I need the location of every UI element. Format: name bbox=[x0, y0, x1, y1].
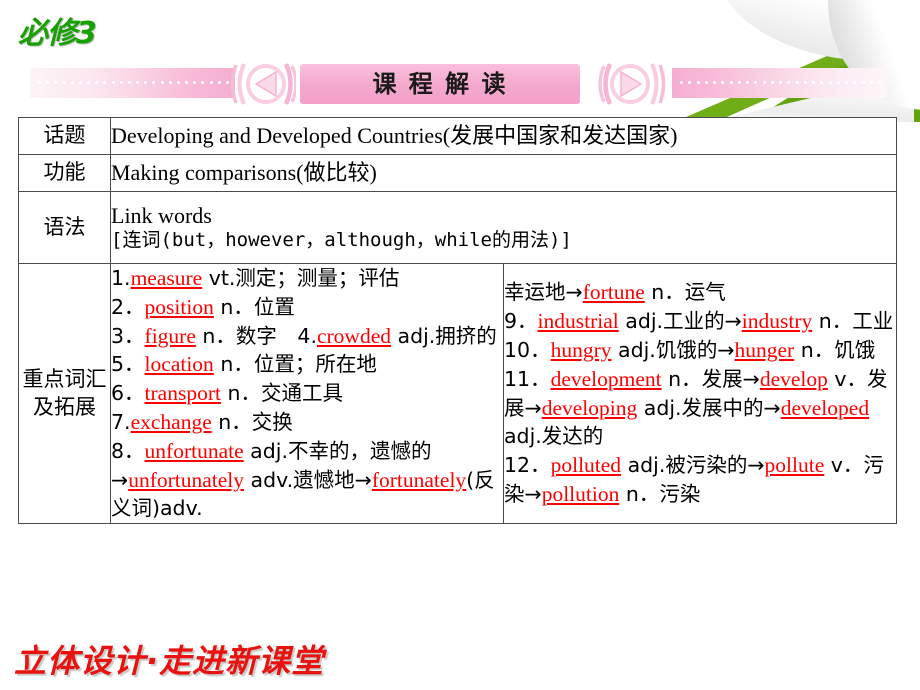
row-value-grammar: Link words [连词(but，however，although，whil… bbox=[110, 191, 897, 264]
row-label-grammar: 语法 bbox=[18, 191, 111, 264]
vocab-gloss: n．污染 bbox=[619, 481, 701, 506]
vocab-word: measure bbox=[130, 266, 203, 290]
row-label-topic: 话题 bbox=[18, 117, 111, 155]
vocab-entry: 幸运地→fortune n．运气 bbox=[504, 278, 896, 307]
vocab-word: industry bbox=[741, 309, 813, 334]
vocab-gloss: n．工业 bbox=[812, 309, 894, 334]
vocab-word: location bbox=[144, 352, 214, 377]
vocab-entry: 11．development n．发展→develop v．发展→develop… bbox=[504, 365, 896, 451]
vocab-word: develop bbox=[759, 366, 828, 391]
vocab-word: hungry bbox=[550, 337, 612, 362]
vocab-entry: 8．unfortunate adj.不幸的，遗憾的→unfortunately … bbox=[111, 437, 503, 523]
vocab-gloss: 5． bbox=[111, 352, 145, 377]
vocab-entry: 7.exchange n．交换 bbox=[111, 408, 503, 437]
vocab-gloss: 3． bbox=[111, 323, 145, 348]
vocab-word: polluted bbox=[550, 453, 622, 478]
row-value-topic: Developing and Developed Countries(发展中国家… bbox=[110, 117, 897, 155]
vocab-word: hunger bbox=[734, 337, 795, 362]
vocab-entry: 12．polluted adj.被污染的→pollute v．污染→pollut… bbox=[504, 451, 896, 509]
vocab-word: fortune bbox=[582, 280, 645, 305]
vocab-gloss: adj.发达的 bbox=[504, 424, 604, 449]
vocab-gloss: adj.拥挤的 bbox=[391, 323, 497, 348]
vocab-gloss: adj.饥饿的→ bbox=[611, 337, 735, 362]
table-row-vocabulary: 重点词汇及拓展 1.measure vt.测定；测量；评估 2．position … bbox=[18, 262, 897, 525]
vocab-word: position bbox=[144, 294, 214, 319]
vocab-gloss: n．数字 bbox=[195, 323, 298, 348]
row-value-function: Making comparisons(做比较) bbox=[110, 154, 897, 192]
vocab-label-text: 重点词汇及拓展 bbox=[22, 367, 107, 419]
vocab-word: unfortunate bbox=[144, 438, 244, 463]
vocab-gloss: n．位置；所在地 bbox=[213, 352, 377, 377]
vocab-gloss: adj.发展中的→ bbox=[637, 395, 781, 420]
vocab-gloss: 7. bbox=[111, 409, 131, 434]
banner-dots-right bbox=[680, 79, 881, 86]
banner-dots-left bbox=[38, 79, 229, 86]
vocab-gloss: n．交通工具 bbox=[220, 381, 344, 406]
vocab-gloss: n．发展→ bbox=[661, 366, 760, 391]
table-row-grammar: 语法 Link words [连词(but，however，although，w… bbox=[18, 191, 897, 264]
vocab-gloss: 1. bbox=[111, 266, 131, 290]
vocab-gloss: 幸运地→ bbox=[504, 280, 583, 305]
vocab-entry: 6．transport n．交通工具 bbox=[111, 379, 503, 408]
vocab-entry: 9．industrial adj.工业的→industry n．工业 bbox=[504, 307, 896, 336]
vocab-word: pollute bbox=[764, 453, 825, 478]
vocab-gloss: 10． bbox=[504, 337, 551, 362]
vocab-word: pollution bbox=[541, 481, 620, 506]
vocab-column-left: 1.measure vt.测定；测量；评估 2．position n．位置 3．fi… bbox=[110, 262, 504, 525]
vocab-gloss: n．饥饿 bbox=[794, 337, 876, 362]
vocab-word: unfortunately bbox=[128, 467, 245, 492]
course-overview-table: 话题 Developing and Developed Countries(发展… bbox=[18, 117, 897, 525]
vocab-word: exchange bbox=[130, 409, 212, 434]
vocab-gloss: 9． bbox=[504, 309, 538, 334]
vocab-gloss: 12． bbox=[504, 453, 551, 478]
grammar-line-2: [连词(but，however，although，while的用法)] bbox=[111, 229, 572, 252]
table-row-topic: 话题 Developing and Developed Countries(发展… bbox=[18, 117, 897, 155]
vocab-gloss: adv.遗憾地→ bbox=[244, 467, 372, 492]
grammar-line-1: Link words bbox=[111, 203, 212, 229]
row-label-vocabulary: 重点词汇及拓展 bbox=[18, 262, 111, 525]
vocab-gloss: adj.被污染的→ bbox=[621, 453, 765, 478]
vocab-gloss: n．交换 bbox=[211, 409, 293, 434]
banner-right-arrow-group bbox=[596, 62, 666, 106]
banner-strip-right bbox=[672, 68, 887, 98]
vocab-gloss: n．位置 bbox=[213, 294, 295, 319]
unit-badge: 必修3 bbox=[18, 16, 97, 51]
vocab-entry: 3．figure n．数字 4.crowded adj.拥挤的 bbox=[111, 322, 503, 351]
banner-strip-left bbox=[30, 68, 235, 98]
triangle-right-icon bbox=[598, 63, 666, 105]
vocab-gloss: vt.测定；测量；评估 bbox=[202, 266, 400, 290]
row-label-function: 功能 bbox=[18, 154, 111, 192]
vocab-gloss: 2． bbox=[111, 294, 145, 319]
vocab-word: fortunately bbox=[371, 467, 467, 492]
vocab-gloss: 6． bbox=[111, 381, 145, 406]
vocab-gloss: adj.工业的→ bbox=[618, 309, 742, 334]
vocab-word: developing bbox=[541, 395, 638, 420]
vocab-column-right: 幸运地→fortune n．运气 9．industrial adj.工业的→ind… bbox=[503, 262, 897, 525]
vocab-word: transport bbox=[144, 381, 221, 406]
vocab-gloss: 4. bbox=[297, 323, 317, 348]
vocab-word: crowded bbox=[316, 323, 391, 348]
vocab-word: figure bbox=[144, 323, 196, 348]
page-title: 课 程 解 读 bbox=[372, 70, 508, 98]
vocab-entry: 10．hungry adj.饥饿的→hunger n．饥饿 bbox=[504, 336, 896, 365]
vocab-word: industrial bbox=[537, 309, 619, 334]
vocab-entry: 5．location n．位置；所在地 bbox=[111, 350, 503, 379]
vocab-entry: 2．position n．位置 bbox=[111, 293, 503, 322]
vocab-gloss: n．运气 bbox=[644, 280, 726, 305]
table-row-function: 功能 Making comparisons(做比较) bbox=[18, 154, 897, 192]
section-banner: 课 程 解 读 bbox=[0, 60, 900, 108]
vocab-word: developed bbox=[780, 395, 870, 420]
vocab-word: development bbox=[550, 366, 662, 391]
footer-brand-logo: 立体设计·走进新课堂 bbox=[14, 642, 325, 680]
triangle-left-icon bbox=[230, 63, 296, 105]
banner-left-arrow-group bbox=[226, 62, 296, 106]
vocab-gloss: 8． bbox=[111, 438, 145, 463]
vocab-gloss: 11． bbox=[504, 366, 551, 391]
vocab-entry: 1.measure vt.测定；测量；评估 bbox=[111, 264, 503, 293]
